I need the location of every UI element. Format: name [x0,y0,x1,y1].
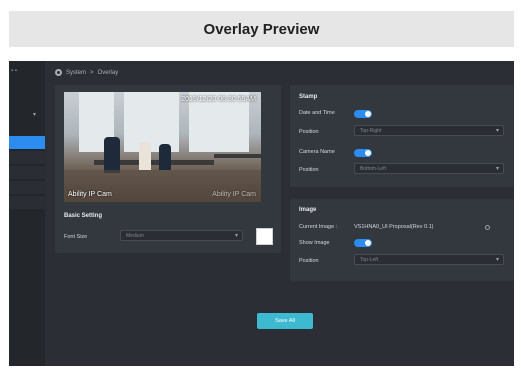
font-color-swatch[interactable] [256,228,273,245]
font-size-value: Medium [126,232,144,239]
date-time-position-value: Top-Right [360,127,382,134]
stamp-panel: Stamp Date and Time Position Top-Right ▾… [290,85,514,187]
breadcrumb-separator: > [90,69,94,76]
stamp-heading: Stamp [299,94,318,100]
font-size-select[interactable]: Medium ▾ [120,230,243,241]
overlay-camera-name-secondary: Ability IP Cam [212,191,256,198]
camera-name-label: Camera Name [299,149,335,155]
current-image-label: Current Image : [299,224,338,230]
page-title: Overlay Preview [203,20,320,38]
image-position-select[interactable]: Top-Left ▾ [354,254,504,265]
camera-name-position-value: Bottom-Left [360,165,386,172]
overlay-timestamp: 2019/12/20 06:30:55AM [181,96,256,103]
date-time-toggle[interactable] [354,110,372,118]
sidebar-item[interactable] [9,151,45,164]
chevron-down-icon: ▾ [495,166,499,172]
person-shape [104,137,120,173]
sidebar-item[interactable] [9,166,45,179]
date-time-position-label: Position [299,129,319,135]
chevron-down-icon: ▾ [495,128,499,134]
overlay-camera-name: Ability IP Cam [68,191,112,198]
preview-panel: 2019/12/20 06:30:55AM Ability IP Cam Abi… [55,85,281,253]
overlay-preview-title-bar: Overlay Preview [9,11,514,47]
image-position-value: Top-Left [360,256,379,263]
camera-name-position-label: Position [299,167,319,173]
sidebar-logo-icon: ▪ ▪ [11,68,17,74]
breadcrumb-current: Overlay [97,69,119,76]
show-image-label: Show Image [299,240,330,246]
date-time-position-select[interactable]: Top-Right ▾ [354,125,504,136]
breadcrumb: System > Overlay [55,69,118,76]
sidebar-item[interactable] [9,196,45,209]
current-image-value: VS1HNA0_UI Proposal(Rev 0.1) [354,224,434,230]
sidebar-item-active[interactable] [9,136,45,149]
basic-setting-heading: Basic Setting [64,213,103,219]
current-image-radio[interactable] [485,225,490,230]
image-position-label: Position [299,258,319,264]
camera-name-toggle[interactable] [354,149,372,157]
font-size-label: Font Size [64,234,88,240]
chevron-down-icon: ▾ [234,233,238,239]
image-panel: Image Current Image : VS1HNA0_UI Proposa… [290,199,514,281]
person-shape [159,144,171,170]
sidebar: ▪ ▪ ▾ [9,61,45,366]
gear-icon [55,69,62,76]
breadcrumb-root[interactable]: System [66,70,86,76]
window-pane [124,92,179,152]
person-shape [139,142,151,170]
chevron-down-icon[interactable]: ▾ [33,111,36,118]
image-heading: Image [299,207,317,213]
camera-preview: 2019/12/20 06:30:55AM Ability IP Cam Abi… [64,92,261,202]
app-window: ▪ ▪ ▾ System > Overlay 2019/12/20 06:30:… [9,61,514,366]
chevron-down-icon: ▾ [495,257,499,263]
date-time-label: Date and Time [299,110,335,116]
show-image-toggle[interactable] [354,239,372,247]
save-all-button[interactable]: Save All [257,313,313,329]
camera-name-position-select[interactable]: Bottom-Left ▾ [354,163,504,174]
desk-shape [214,154,261,158]
sidebar-item[interactable] [9,181,45,194]
